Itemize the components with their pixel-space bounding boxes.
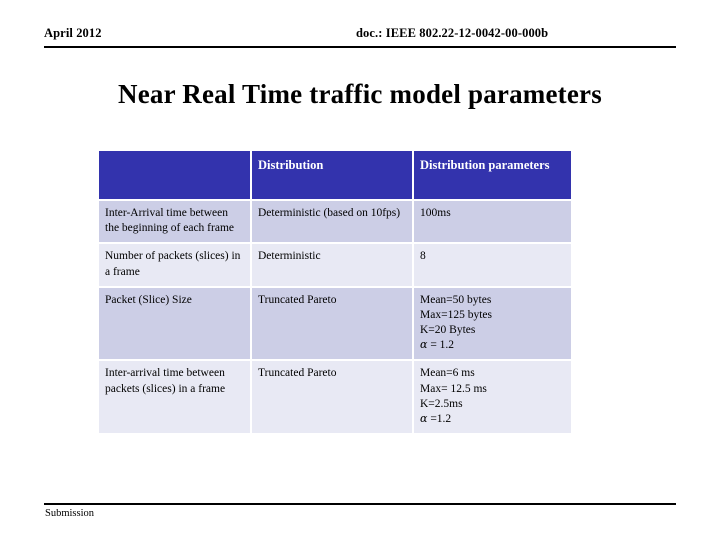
column-header-distribution-parameters: Distribution parameters bbox=[414, 151, 571, 199]
parameter-line: Mean=50 bytes bbox=[420, 293, 492, 306]
header-divider bbox=[44, 46, 676, 48]
table-header-row: Distribution Distribution parameters bbox=[99, 151, 571, 199]
parameter-line: K=20 Bytes bbox=[420, 324, 476, 337]
parameter-line: K=2.5ms bbox=[420, 397, 463, 410]
cell-distribution-parameters: Mean=6 ms Max= 12.5 ms K=2.5ms α =1.2 bbox=[414, 361, 571, 434]
cell-distribution: Deterministic bbox=[252, 244, 412, 286]
table-row: Number of packets (slices) in a frame Det… bbox=[99, 244, 571, 286]
column-header-distribution: Distribution bbox=[252, 151, 412, 199]
cell-distribution-parameters: Mean=50 bytes Max=125 bytes K=20 Bytes α = … bbox=[414, 287, 571, 360]
traffic-model-parameters-table: Distribution Distribution parameters Int… bbox=[97, 149, 573, 435]
footer-divider bbox=[44, 503, 676, 505]
header-date: April 2012 bbox=[44, 26, 102, 40]
parameter-line: 100ms bbox=[420, 207, 451, 219]
cell-distribution: Truncated Pareto bbox=[252, 361, 412, 434]
parameter-line: Max=125 bytes bbox=[420, 308, 492, 321]
parameter-line: α =1.2 bbox=[420, 411, 452, 425]
cell-distribution-parameters: 100ms bbox=[414, 201, 571, 243]
cell-distribution: Truncated Pareto bbox=[252, 287, 412, 360]
page-title: Near Real Time traffic model parameters bbox=[118, 79, 602, 109]
parameter-line: Max= 12.5 ms bbox=[420, 382, 487, 395]
cell-distribution: Deterministic (based on 10fps) bbox=[252, 201, 412, 243]
table-row: Inter-Arrival time between the beginning… bbox=[99, 201, 571, 243]
slide-header: April 2012 doc.: IEEE 802.22-12-0042-00-… bbox=[44, 26, 676, 48]
cell-parameter-name: Packet (Slice) Size bbox=[99, 287, 250, 360]
column-header-blank bbox=[99, 151, 250, 199]
table-row: Packet (Slice) Size Truncated Pareto Mean=… bbox=[99, 287, 571, 360]
cell-distribution-parameters: 8 bbox=[414, 244, 571, 286]
cell-parameter-name: Number of packets (slices) in a frame bbox=[99, 244, 250, 286]
parameter-line: Mean=6 ms bbox=[420, 367, 475, 380]
footer-label: Submission bbox=[45, 508, 95, 519]
cell-parameter-name: Inter-Arrival time between the beginning… bbox=[99, 201, 250, 243]
parameter-line: 8 bbox=[420, 250, 426, 263]
alpha-symbol: α bbox=[420, 338, 428, 352]
parameter-line: α = 1.2 bbox=[420, 338, 455, 352]
table-row: Inter-arrival time between packets (slic… bbox=[99, 361, 571, 434]
cell-parameter-name: Inter-arrival time between packets (slic… bbox=[99, 361, 250, 434]
header-doc-number: doc.: IEEE 802.22-12-0042-00-000b bbox=[356, 26, 549, 40]
alpha-symbol: α bbox=[420, 411, 428, 425]
